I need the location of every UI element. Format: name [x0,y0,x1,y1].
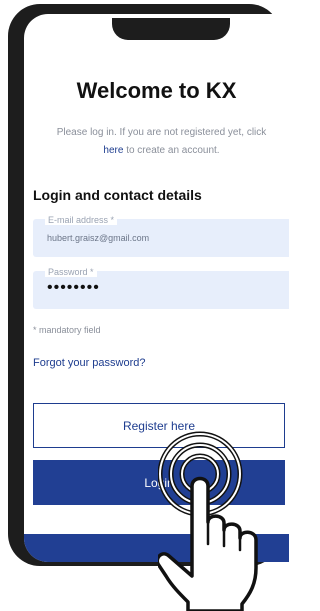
hand-tap-icon [158,431,258,611]
register-link[interactable]: here [103,145,123,156]
intro-text: Please log in. If you are not registered… [24,124,289,160]
phone-notch [112,18,230,40]
page-title: Welcome to KX [76,78,237,103]
intro-text-part2: to create an account. [126,145,220,156]
password-field-value: •••••••• [47,279,100,296]
section-title: Login and contact details [33,187,202,203]
password-field-label: Password * [45,267,97,277]
email-field[interactable]: E-mail address * hubert.graisz@gmail.com [33,215,289,257]
password-field[interactable]: Password * •••••••• [33,267,289,309]
intro-text-part1: Please log in. If you are not registered… [56,127,267,138]
email-field-value: hubert.graisz@gmail.com [47,233,150,243]
forgot-password-link[interactable]: Forgot your password? [33,357,146,369]
mandatory-note: * mandatory field [33,325,101,335]
email-field-label: E-mail address * [45,215,118,225]
